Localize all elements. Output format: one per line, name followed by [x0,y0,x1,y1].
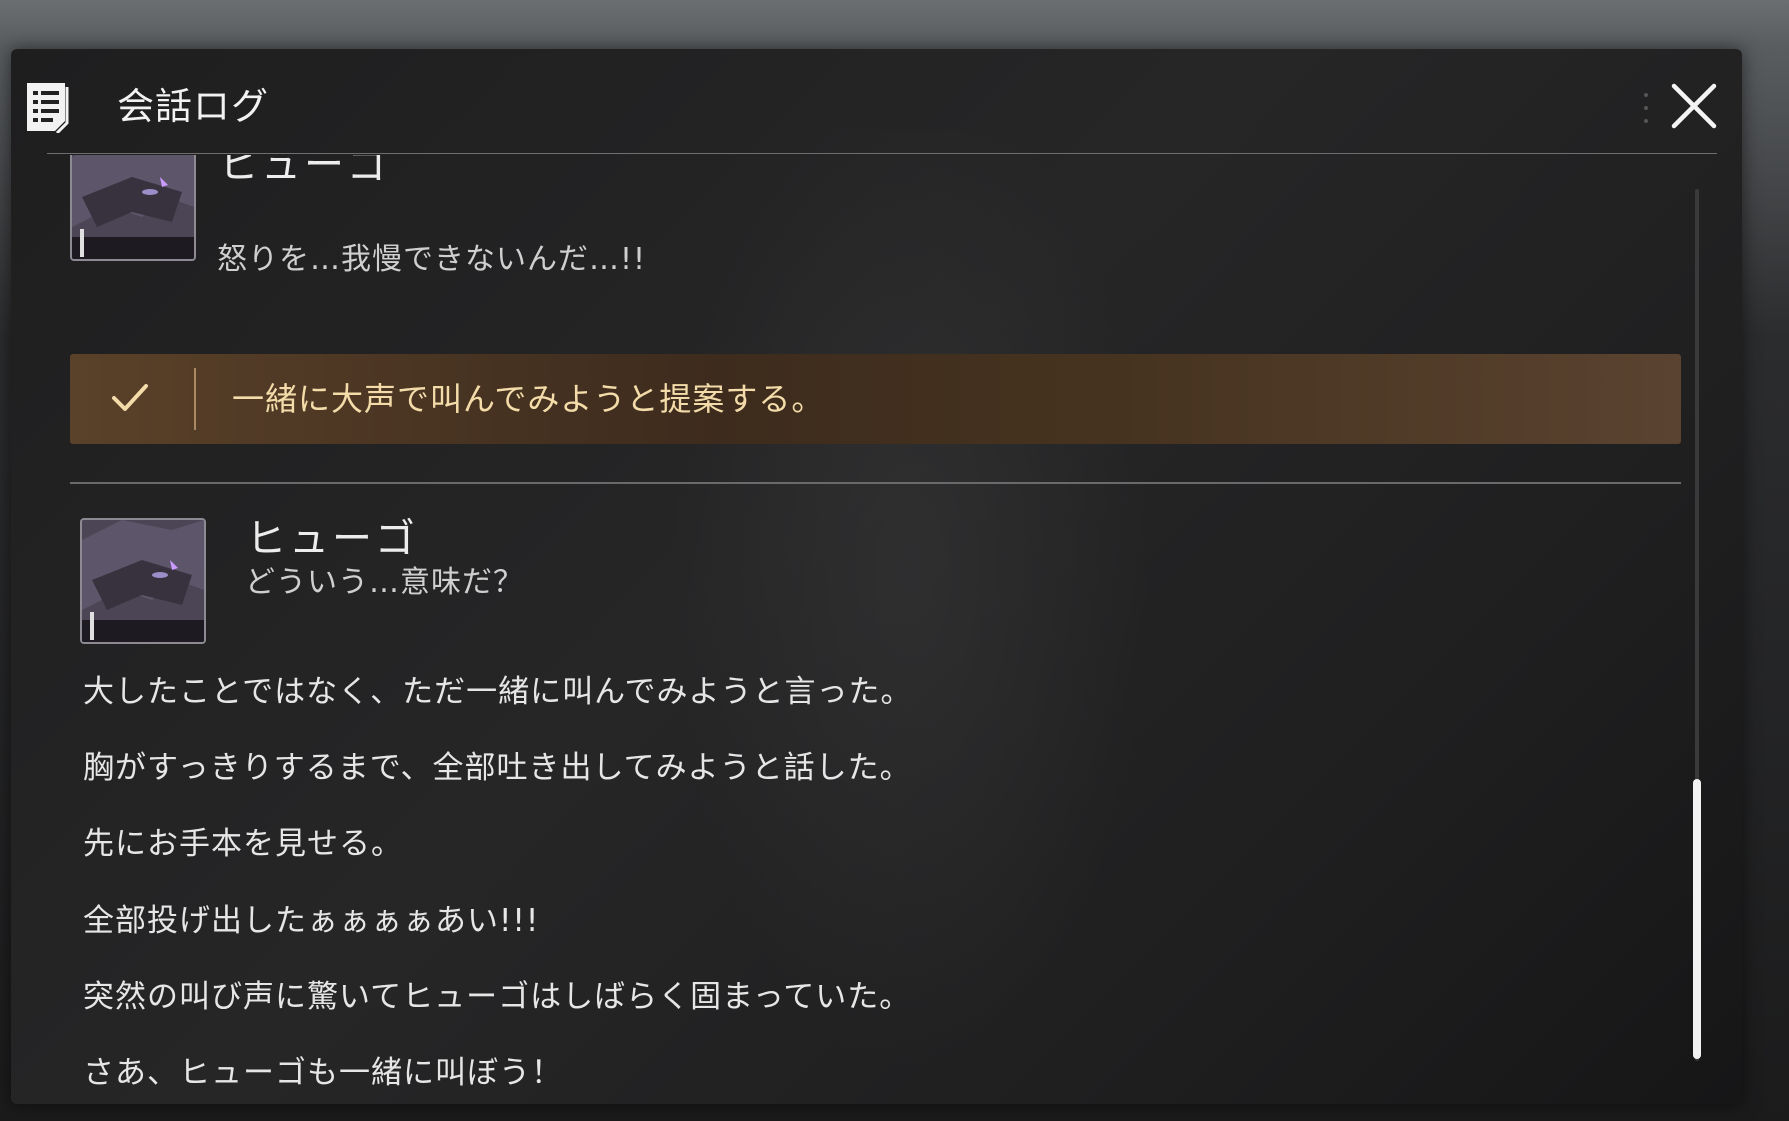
speaker-name: ヒューゴ [218,155,390,188]
narration-line: さあ、ヒューゴも一緒に叫ぼう！ [83,1055,563,1091]
choice-text: 一緒に大声で叫んでみようと提案する。 [232,380,825,418]
narration-line: 先にお手本を見せる。 [83,826,403,862]
conversation-log-dialog: 会話ログ ヒューゴ 怒りを…我慢できないんだ…!! 一緒に大声で叫んでみようと提… [11,49,1742,1104]
narration-line: 大したことではなく、ただ一緒に叫んでみようと言った。 [83,674,913,710]
speaker-line: どういう…意味だ？ [245,565,524,600]
selected-choice: 一緒に大声で叫んでみようと提案する。 [70,354,1681,444]
narration-line: 突然の叫び声に驚いてヒューゴはしばらく固まっていた。 [83,979,912,1015]
scrollbar-thumb[interactable] [1693,779,1701,1059]
choice-divider [194,368,196,430]
narration-line: 胸がすっきりするまで、全部吐き出してみようと話した。 [83,750,912,786]
hugo-portrait-icon [72,155,194,259]
speaker-line: 怒りを…我慢できないんだ…!! [217,242,647,277]
hugo-portrait-icon [82,520,204,642]
entry-separator [70,482,1681,484]
dialog-header-divider [47,79,1717,154]
speaker-avatar [70,155,196,261]
narration-line: 全部投げ出したぁぁぁぁあい!!! [83,903,540,939]
scrollbar-track[interactable] [1693,189,1701,1061]
speaker-name: ヒューゴ [246,516,418,562]
speaker-avatar [80,518,206,644]
checkmark-icon [112,384,148,411]
log-scroll-area[interactable]: ヒューゴ 怒りを…我慢できないんだ…!! 一緒に大声で叫んでみようと提案する。 … [11,155,1742,1104]
